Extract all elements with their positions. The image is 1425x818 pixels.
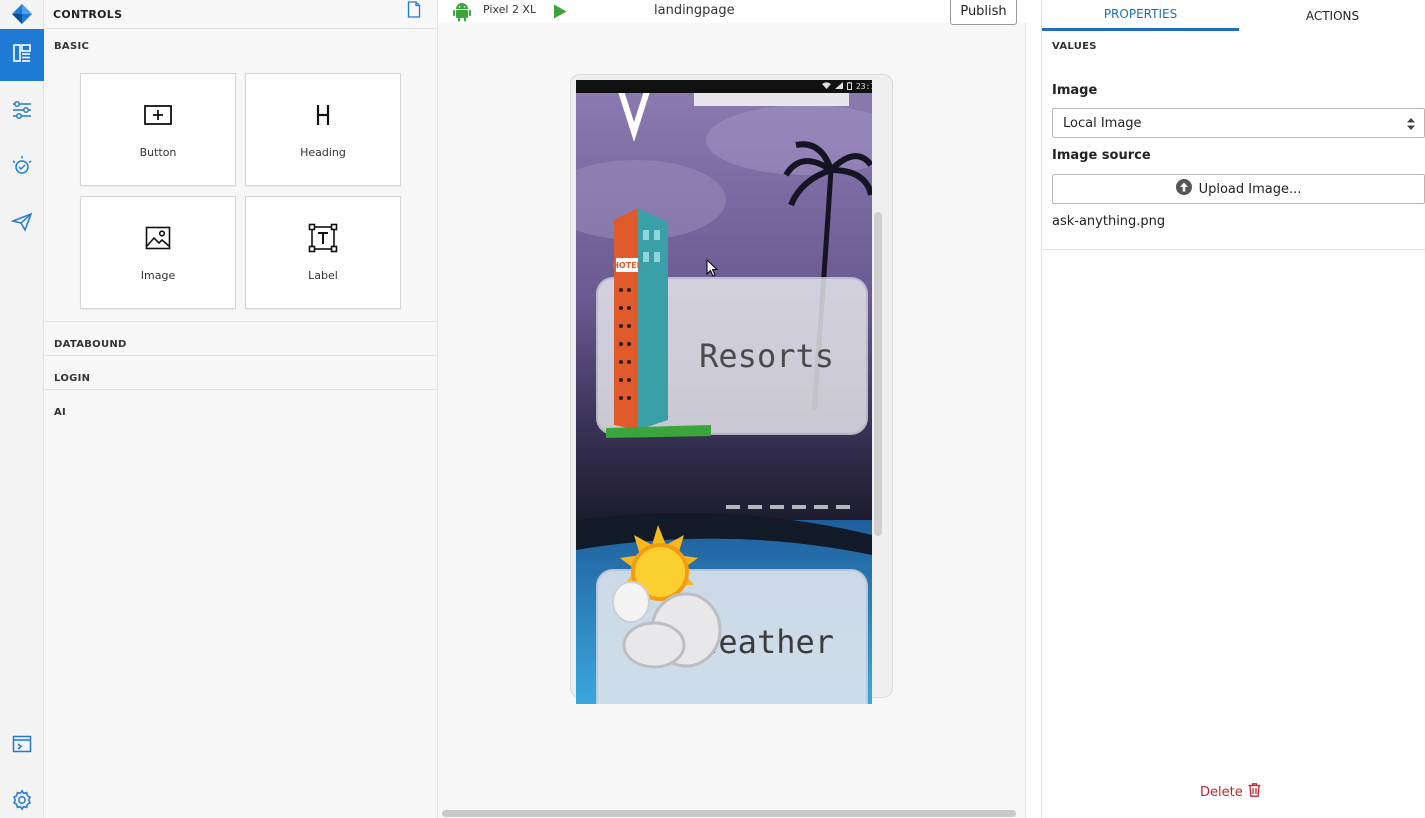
label-control-tile[interactable]: Label	[245, 196, 401, 309]
app-logo	[0, 0, 44, 28]
settings-sliders-rail-button[interactable]	[0, 86, 44, 138]
resorts-card-label: Resorts	[699, 337, 834, 375]
label-text-icon	[308, 223, 338, 257]
controls-layout-icon	[12, 43, 32, 67]
button-control-tile[interactable]: Button	[80, 73, 236, 186]
canvas-toolbar: Pixel 2 XL landingpage Publish	[438, 0, 1026, 26]
icon-rail	[0, 0, 44, 818]
battery-icon	[846, 81, 852, 92]
values-section-label: VALUES	[1052, 41, 1097, 52]
terminal-rail-button[interactable]	[0, 720, 44, 772]
upload-arrow-icon	[1175, 179, 1192, 199]
phone-screen[interactable]: Resorts HOTEL Weather 23:	[576, 80, 872, 704]
ai-bulb-icon	[11, 155, 33, 181]
android-icon	[453, 2, 471, 26]
heading-tile-label: Heading	[300, 146, 346, 159]
phone-preview-frame: Resorts HOTEL Weather 23:	[570, 74, 893, 704]
status-clock: 23:18	[855, 82, 872, 91]
page-name: landingpage	[654, 3, 735, 18]
terminal-icon	[12, 735, 32, 757]
upload-image-label: Upload Image...	[1198, 181, 1302, 197]
properties-divider	[1042, 249, 1425, 250]
gear-icon	[11, 789, 33, 815]
databound-section-label: DATABOUND	[54, 339, 127, 350]
design-canvas[interactable]: Pixel 2 XL landingpage Publish Resorts H…	[438, 0, 1026, 818]
ai-section[interactable]: AI	[44, 389, 437, 423]
signal-icon	[834, 82, 843, 91]
image-source-label: Image source	[1052, 148, 1151, 163]
label-tile-label: Label	[308, 269, 338, 282]
controls-panel: CONTROLS BASIC Button Heading Image Labe…	[44, 0, 438, 818]
heading-control-tile[interactable]: Heading	[245, 73, 401, 186]
new-document-icon[interactable]	[407, 1, 421, 22]
properties-tabs: PROPERTIES ACTIONS	[1042, 0, 1425, 31]
image-icon	[145, 226, 171, 254]
login-section-label: LOGIN	[54, 373, 91, 384]
mouse-cursor-icon	[706, 258, 719, 281]
sliders-icon	[11, 100, 33, 124]
publish-rail-button[interactable]	[0, 198, 44, 250]
trash-icon	[1248, 783, 1261, 801]
button-tile-label: Button	[139, 146, 177, 159]
phone-vertical-scrollbar[interactable]	[874, 212, 882, 536]
phone-status-bar: 23:18	[576, 80, 872, 93]
image-field-label: Image	[1052, 83, 1098, 98]
image-control-tile[interactable]: Image	[80, 196, 236, 309]
heading-icon	[315, 103, 331, 131]
delete-control-button[interactable]: Delete	[1200, 783, 1261, 801]
settings-rail-button[interactable]	[0, 776, 44, 818]
hotel-sign-text: HOTEL	[612, 261, 642, 270]
login-section[interactable]: LOGIN	[44, 355, 437, 389]
device-selector[interactable]: Pixel 2 XL	[483, 3, 536, 16]
tab-actions[interactable]: ACTIONS	[1239, 0, 1425, 31]
landing-page-image[interactable]: Resorts HOTEL Weather	[576, 80, 872, 704]
image-filename: ask-anything.png	[1052, 214, 1166, 229]
canvas-horizontal-scrollbar[interactable]	[442, 810, 1016, 817]
select-arrows-icon	[1406, 116, 1416, 136]
button-add-icon	[143, 104, 173, 130]
controls-header: CONTROLS	[44, 0, 437, 29]
image-type-select-value: Local Image	[1063, 115, 1142, 131]
wifi-icon	[821, 82, 831, 91]
ai-section-label: AI	[54, 407, 67, 418]
publish-button[interactable]: Publish	[950, 0, 1017, 25]
properties-panel: PROPERTIES ACTIONS VALUES Image Local Im…	[1041, 0, 1425, 818]
delete-label: Delete	[1200, 784, 1243, 800]
image-type-select[interactable]: Local Image	[1052, 108, 1425, 138]
image-tile-label: Image	[140, 269, 176, 282]
app-window: CONTROLS BASIC Button Heading Image Labe…	[0, 0, 1425, 818]
play-preview-icon[interactable]	[553, 4, 567, 23]
paper-plane-icon	[10, 212, 33, 236]
tab-properties[interactable]: PROPERTIES	[1042, 0, 1239, 31]
controls-rail-button[interactable]	[0, 29, 44, 81]
databound-section[interactable]: DATABOUND	[44, 321, 437, 355]
controls-title: CONTROLS	[53, 7, 123, 21]
ai-rail-button[interactable]	[0, 142, 44, 194]
basic-section-label[interactable]: BASIC	[54, 41, 89, 52]
upload-image-button[interactable]: Upload Image...	[1052, 174, 1425, 204]
